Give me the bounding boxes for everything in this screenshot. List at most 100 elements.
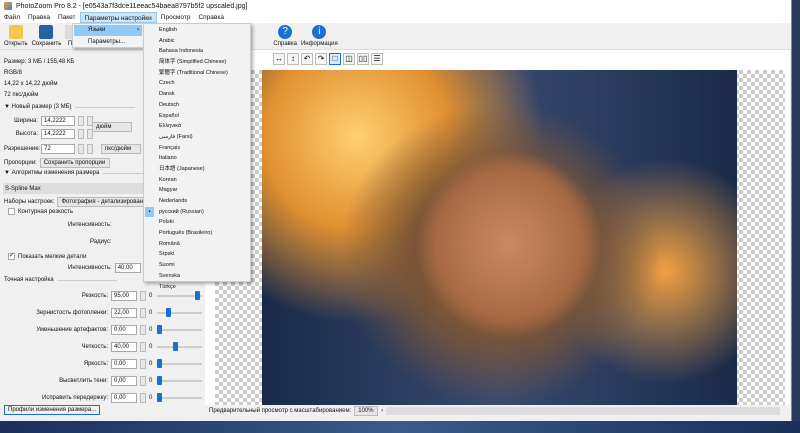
slider-thumb[interactable] <box>195 291 201 300</box>
stacked-view-icon[interactable]: ☰ <box>371 52 383 65</box>
rotate-right-icon[interactable]: ↷ <box>315 52 327 65</box>
save-button[interactable]: Сохранить <box>32 25 61 49</box>
fine-setting-row: Высветлить тени:0,0001 <box>0 376 211 386</box>
fine-spinner[interactable] <box>140 325 146 335</box>
menu-edit[interactable]: Правка <box>24 12 54 23</box>
preset-select[interactable]: Фотография - детализированная <box>57 197 146 207</box>
fine-value-input[interactable]: 40,00 <box>111 342 137 352</box>
fine-value-input[interactable]: 0,00 <box>111 325 137 335</box>
slider-thumb[interactable] <box>173 342 179 351</box>
contour-checkbox[interactable] <box>8 208 15 215</box>
language-item[interactable]: Español <box>144 111 250 122</box>
language-item[interactable]: English <box>144 25 250 36</box>
language-item[interactable]: Ελληνικά <box>144 121 250 132</box>
language-item[interactable]: Svenska <box>144 271 250 282</box>
slider-thumb[interactable] <box>157 359 163 368</box>
new-size-header[interactable]: ▼ Новый размер (3 МБ) <box>4 104 134 110</box>
language-item[interactable]: Deutsch <box>144 100 250 111</box>
open-button[interactable]: Открыть <box>4 25 28 49</box>
fine-slider[interactable] <box>157 291 203 300</box>
zoom-select[interactable]: 100% <box>354 406 379 416</box>
fine-spinner[interactable] <box>140 291 146 301</box>
language-item[interactable]: Polski <box>144 217 250 228</box>
language-item[interactable]: 日本語 (Japanese) <box>144 164 250 175</box>
menu-settings[interactable]: Параметры настройки <box>79 12 157 23</box>
info-button[interactable]: i Информация <box>301 25 338 49</box>
language-item[interactable]: Türkçe <box>144 282 250 293</box>
fine-value-input[interactable]: 0,00 <box>111 376 137 386</box>
fine-value-input[interactable]: 95,00 <box>111 291 137 301</box>
language-item[interactable]: Nederlands <box>144 196 250 207</box>
horizontal-scrollbar[interactable] <box>386 407 780 415</box>
fine-slider[interactable] <box>157 308 203 317</box>
language-item[interactable]: 简体字 (Simplified Chinese) <box>144 57 250 68</box>
language-item[interactable]: Czech <box>144 78 250 89</box>
fine-slider[interactable] <box>157 325 203 334</box>
fine-value-input[interactable]: 22,00 <box>111 308 137 318</box>
menu-item-languages[interactable]: Языки › <box>74 25 142 36</box>
profiles-button[interactable]: Профили изменения размера... <box>4 405 101 415</box>
slider-thumb[interactable] <box>157 393 163 402</box>
fine-spinner[interactable] <box>140 376 146 386</box>
detail-intensity-input[interactable]: 40,00 <box>114 263 141 273</box>
fine-slider[interactable] <box>157 376 203 385</box>
fine-setting-row: Зернистость фотопленки:22,0001 <box>0 308 211 318</box>
fine-value-input[interactable]: 0,00 <box>111 393 137 403</box>
fine-value-input[interactable]: 0,00 <box>111 359 137 369</box>
res-input[interactable]: 72 <box>41 144 75 154</box>
res-unit-select[interactable]: пкс/дюйм <box>101 144 141 154</box>
method-select[interactable]: S-Spline Max <box>3 183 143 194</box>
show-details-checkbox[interactable]: ✓ <box>8 253 15 260</box>
height-spinner[interactable] <box>78 129 84 139</box>
fine-spinner[interactable] <box>140 359 146 369</box>
language-item[interactable]: Arabic <box>144 36 250 47</box>
height-input[interactable]: 14,2222 <box>41 129 75 139</box>
algo-header[interactable]: ▼ Алгоритмы изменения размера <box>4 170 163 176</box>
link-icon[interactable] <box>87 144 93 154</box>
fine-spinner[interactable] <box>140 342 146 352</box>
fine-spinner[interactable] <box>140 308 146 318</box>
language-item[interactable]: Română <box>144 239 250 250</box>
menu-help[interactable]: Справка <box>194 12 228 23</box>
fit-width-icon[interactable]: ↔ <box>273 52 285 65</box>
language-item[interactable]: Dansk <box>144 89 250 100</box>
slider-thumb[interactable] <box>166 308 172 317</box>
menu-batch[interactable]: Пакет <box>54 12 80 23</box>
language-item[interactable]: Français <box>144 143 250 154</box>
width-spinner[interactable] <box>78 116 84 126</box>
fine-slider[interactable] <box>157 342 203 351</box>
language-item[interactable]: Srpski <box>144 249 250 260</box>
language-item[interactable]: فارسی (Farsi) <box>144 132 250 143</box>
side-by-side-icon[interactable]: ▯▯ <box>357 52 369 65</box>
fine-spinner[interactable] <box>140 393 146 403</box>
scroll-left-icon[interactable]: ‹ <box>381 408 383 414</box>
language-item[interactable]: Korean <box>144 175 250 186</box>
width-input[interactable]: 14,2222 <box>41 116 75 126</box>
menu-item-params[interactable]: Параметры... <box>74 37 142 48</box>
language-item[interactable]: Magyar <box>144 185 250 196</box>
prop-select[interactable]: Сохранить пропорции <box>39 158 110 168</box>
menu-bar: Файл Правка Пакет Параметры настройки Пр… <box>0 12 791 23</box>
unit-select[interactable]: дюйм <box>92 122 132 132</box>
settings-dropdown: Языки › Параметры... <box>72 23 144 48</box>
help-button[interactable]: ? Справка <box>273 25 297 49</box>
menu-file[interactable]: Файл <box>0 12 24 23</box>
fine-slider[interactable] <box>157 359 203 368</box>
fit-height-icon[interactable]: ↕ <box>287 52 299 65</box>
rotate-left-icon[interactable]: ↶ <box>301 52 313 65</box>
menu-view[interactable]: Просмотр <box>157 12 195 23</box>
slider-thumb[interactable] <box>157 376 163 385</box>
fine-slider[interactable] <box>157 393 203 402</box>
slider-thumb[interactable] <box>157 325 163 334</box>
intensity-label: Интенсивность: <box>68 222 112 228</box>
language-item[interactable]: русский (Russian) <box>144 206 250 218</box>
split-view-icon[interactable]: ◫ <box>343 52 355 65</box>
language-item[interactable]: Suomi <box>144 260 250 271</box>
image-canvas[interactable] <box>215 70 785 405</box>
language-item[interactable]: 繁體字 (Traditional Chinese) <box>144 68 250 79</box>
single-view-icon[interactable]: □ <box>329 52 341 65</box>
language-item[interactable]: Italiano <box>144 153 250 164</box>
res-spinner[interactable] <box>78 144 84 154</box>
language-item[interactable]: Bahasa Indonesia <box>144 46 250 57</box>
language-item[interactable]: Português (Brasileiro) <box>144 228 250 239</box>
